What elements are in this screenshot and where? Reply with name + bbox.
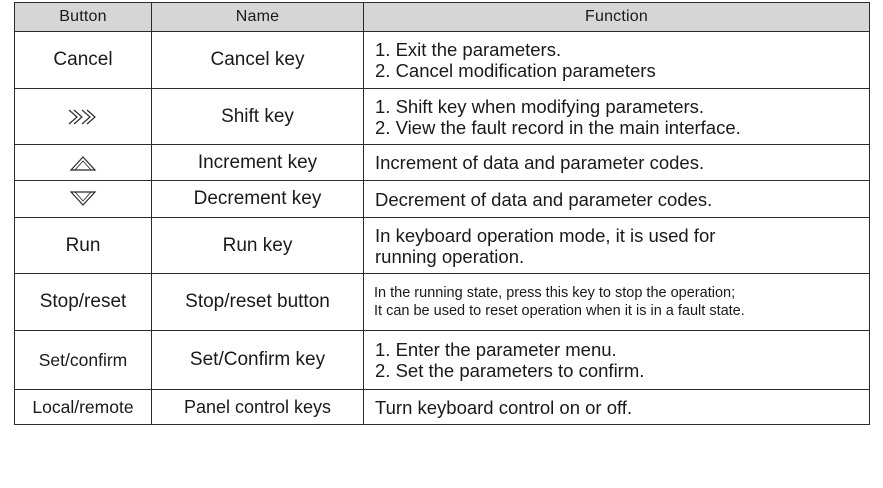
- table-row: Run Run key In keyboard operation mode, …: [14, 217, 870, 274]
- button-cell: [14, 88, 152, 145]
- function-line: 2. View the fault record in the main int…: [375, 116, 741, 138]
- button-cell: [14, 144, 152, 181]
- function-cell: 1. Exit the parameters. 2. Cancel modifi…: [363, 31, 870, 89]
- header-name: Name: [151, 2, 364, 32]
- up-triangle-icon: [69, 155, 97, 171]
- table-row: Local/remote Panel control keys Turn key…: [14, 389, 870, 425]
- function-cell: 1. Enter the parameter menu. 2. Set the …: [363, 330, 870, 390]
- function-cell: In the running state, press this key to …: [363, 273, 870, 331]
- button-cell: [14, 180, 152, 218]
- name-cell: Stop/reset button: [151, 273, 364, 331]
- table-row: Cancel Cancel key 1. Exit the parameters…: [14, 31, 870, 89]
- header-button: Button: [14, 2, 152, 32]
- table-row: Decrement key Decrement of data and para…: [14, 180, 870, 218]
- header-function: Function: [363, 2, 870, 32]
- down-triangle-icon: [69, 191, 97, 206]
- function-cell: Turn keyboard control on or off.: [363, 389, 870, 425]
- function-cell: 1. Shift key when modifying parameters. …: [363, 88, 870, 145]
- table-row: Set/confirm Set/Confirm key 1. Enter the…: [14, 330, 870, 390]
- function-line: In the running state, press this key to …: [374, 285, 736, 301]
- function-cell: In keyboard operation mode, it is used f…: [363, 217, 870, 274]
- table-row: Shift key 1. Shift key when modifying pa…: [14, 88, 870, 145]
- function-line: 2. Cancel modification parameters: [375, 60, 656, 81]
- function-line: running operation.: [375, 245, 525, 267]
- button-cell: Stop/reset: [14, 273, 152, 331]
- function-line: In keyboard operation mode, it is used f…: [375, 224, 716, 246]
- name-cell: Set/Confirm key: [151, 330, 364, 390]
- keyboard-functions-table: Button Name Function Cancel Cancel key 1…: [14, 2, 870, 425]
- function-cell: Decrement of data and parameter codes.: [363, 180, 870, 218]
- function-line: Decrement of data and parameter codes.: [375, 188, 713, 210]
- name-cell: Panel control keys: [151, 389, 364, 425]
- function-line: 1. Shift key when modifying parameters.: [375, 95, 705, 117]
- button-cell: Set/confirm: [14, 330, 152, 390]
- function-line: 1. Exit the parameters.: [375, 39, 562, 60]
- double-chevron-right-icon: [68, 109, 96, 124]
- function-cell: Increment of data and parameter codes.: [363, 144, 870, 181]
- table-header: Button Name Function: [14, 2, 870, 32]
- button-cell: Run: [14, 217, 152, 274]
- table-row: Increment key Increment of data and para…: [14, 144, 870, 181]
- function-line: It can be used to reset operation when i…: [374, 303, 745, 319]
- name-cell: Run key: [151, 217, 364, 274]
- name-cell: Increment key: [151, 144, 364, 181]
- function-line: Turn keyboard control on or off.: [375, 396, 633, 418]
- name-cell: Shift key: [151, 88, 364, 145]
- name-cell: Cancel key: [151, 31, 364, 89]
- function-line: Increment of data and parameter codes.: [375, 152, 705, 173]
- table-row: Stop/reset Stop/reset button In the runn…: [14, 273, 870, 331]
- function-line: 1. Enter the parameter menu.: [375, 339, 617, 360]
- button-cell: Cancel: [14, 31, 152, 89]
- function-line: 2. Set the parameters to confirm.: [375, 360, 645, 381]
- name-cell: Decrement key: [151, 180, 364, 218]
- button-cell: Local/remote: [14, 389, 152, 425]
